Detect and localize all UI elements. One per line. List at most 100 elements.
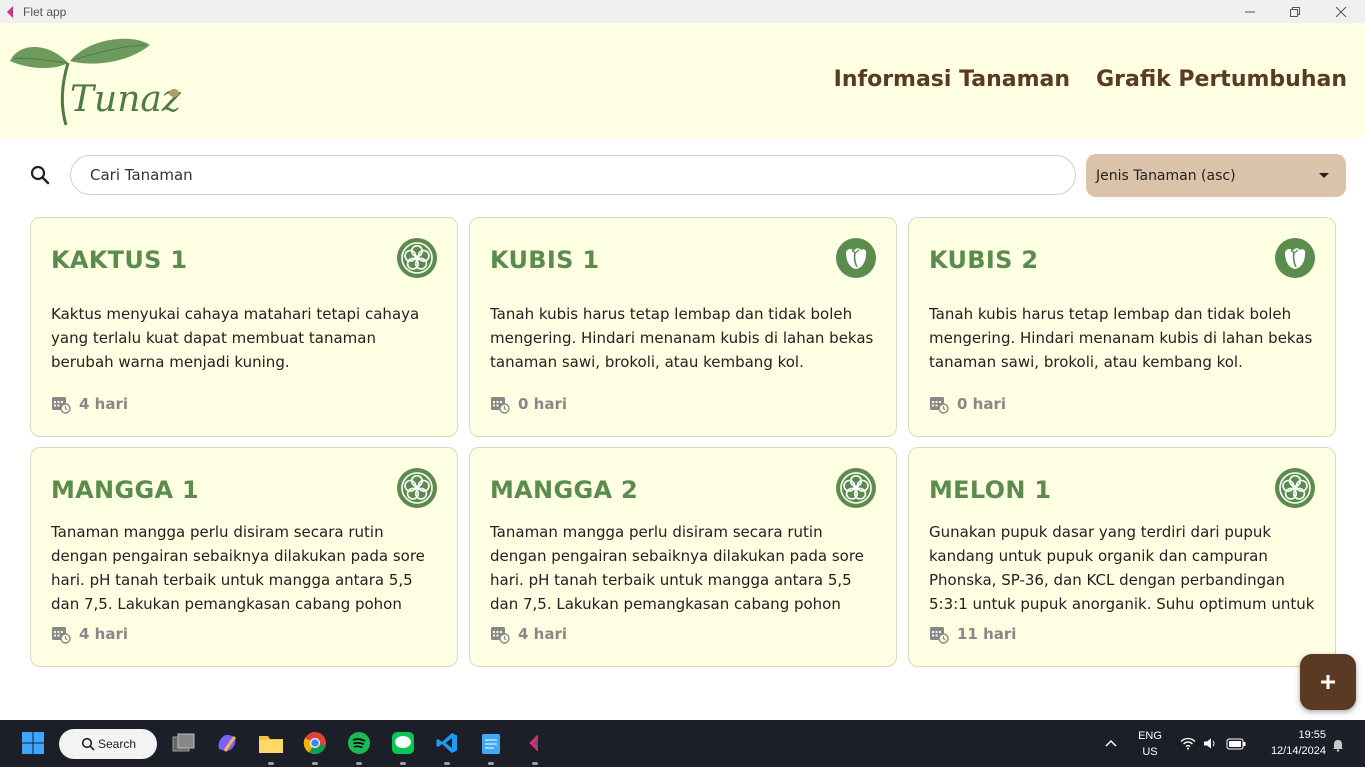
plant-card-title: KAKTUS 1 [51, 246, 188, 274]
plant-card-icon [397, 238, 437, 278]
plant-card-age: 4 hari [490, 624, 567, 644]
taskbar-search-label: Search [98, 737, 137, 751]
plant-card[interactable]: KUBIS 2 Tanah kubis harus tetap lembap da… [908, 217, 1336, 437]
plant-card-days: 11 hari [957, 625, 1017, 643]
window-title: Flet app [23, 4, 67, 19]
calendar-clock-icon [52, 627, 71, 644]
flet-app-icon [7, 5, 13, 18]
flower-icon [1279, 472, 1311, 504]
plant-card-days: 0 hari [957, 395, 1006, 413]
restore-icon [1290, 6, 1300, 17]
plant-card-description: Tanaman mangga perlu disiram secara ruti… [51, 523, 425, 613]
chevron-up-icon[interactable] [1105, 739, 1117, 747]
window-titlebar: Flet app [0, 0, 1365, 23]
windows-start-icon [22, 732, 44, 754]
plant-card[interactable]: MANGGA 1 Tanaman mangga perlu disiram sec… [30, 447, 458, 667]
plant-card-age: 11 hari [929, 624, 1016, 644]
restore-button[interactable] [1272, 0, 1318, 23]
clock-date[interactable]: 12/14/2024 [1252, 745, 1326, 757]
nav-informasi-tanaman[interactable]: Informasi Tanaman [834, 67, 1070, 92]
plant-card-days: 0 hari [518, 395, 567, 413]
plant-card-title: KUBIS 2 [929, 246, 1039, 274]
taskbar-file-explorer[interactable] [258, 730, 284, 756]
calendar-clock-icon [491, 627, 510, 644]
plant-card-age: 0 hari [929, 394, 1006, 414]
taskbar: ENG US 19:55 12/14/2024 [0, 720, 1365, 767]
clock-time[interactable]: 19:55 [1258, 729, 1326, 741]
folder-icon [259, 736, 283, 753]
taskbar-chrome[interactable] [302, 730, 328, 756]
cabbage-icon [846, 248, 867, 269]
search-icon[interactable] [28, 163, 52, 187]
taskbar-flet-app[interactable] [522, 730, 548, 756]
plant-card-age: 4 hari [51, 394, 128, 414]
battery-icon[interactable] [1226, 738, 1246, 750]
taskbar-line[interactable] [390, 730, 416, 756]
running-indicator [488, 762, 494, 765]
notepad-icon [482, 734, 500, 754]
plant-card-days: 4 hari [79, 395, 128, 413]
running-indicator [532, 762, 538, 765]
plant-card-icon [397, 468, 437, 508]
sort-dropdown[interactable]: Jenis Tanaman (asc) [1086, 154, 1346, 197]
cabbage-icon [1285, 248, 1306, 269]
taskbar-notepad[interactable] [478, 730, 504, 756]
copilot-icon [218, 734, 237, 752]
nav-grafik-pertumbuhan[interactable]: Grafik Pertumbuhan [1096, 67, 1347, 92]
caret-down-icon [1319, 173, 1329, 178]
search-input[interactable] [70, 155, 1076, 195]
bell-icon[interactable] [1331, 738, 1345, 752]
plant-card-description: Tanah kubis harus tetap lembap dan tidak… [929, 305, 1313, 371]
plant-card-age: 4 hari [51, 624, 128, 644]
plant-card-title: MANGGA 2 [490, 476, 638, 504]
running-indicator [268, 762, 274, 765]
plant-card[interactable]: MELON 1 Gunakan pupuk dasar yang terdiri … [908, 447, 1336, 667]
add-plant-button[interactable] [1300, 654, 1356, 710]
plant-card-description: Tanaman mangga perlu disiram secara ruti… [490, 523, 864, 613]
flower-icon [840, 472, 872, 504]
main-nav: Informasi Tanaman Grafik Pertumbuhan [834, 67, 1347, 92]
volume-icon[interactable] [1203, 737, 1217, 750]
plant-card-icon [1275, 468, 1315, 508]
plus-icon [1321, 675, 1335, 689]
minimize-button[interactable] [1227, 0, 1273, 23]
spotify-icon [348, 732, 370, 754]
taskbar-vscode[interactable] [434, 730, 460, 756]
chrome-icon [303, 732, 326, 755]
close-button[interactable] [1318, 0, 1364, 23]
wifi-icon[interactable] [1180, 737, 1196, 750]
taskbar-copilot[interactable] [214, 730, 240, 756]
task-view-icon [172, 733, 195, 752]
plant-card-icon [1275, 238, 1315, 278]
plant-card-days: 4 hari [518, 625, 567, 643]
plant-card[interactable]: MANGGA 2 Tanaman mangga perlu disiram sec… [469, 447, 897, 667]
plant-card-icon [836, 238, 876, 278]
calendar-clock-icon [930, 627, 949, 644]
minimize-icon [1245, 11, 1255, 12]
calendar-clock-icon [491, 397, 510, 414]
plant-card-title: MELON 1 [929, 476, 1052, 504]
plant-card-age: 0 hari [490, 394, 567, 414]
taskbar-task-view[interactable] [170, 730, 196, 756]
taskbar-spotify[interactable] [346, 730, 372, 756]
tunaz-logo: Tunaz [10, 38, 182, 126]
taskbar-search[interactable]: Search [59, 729, 157, 759]
region-indicator: US [1142, 746, 1158, 758]
plant-card[interactable]: KAKTUS 1 Kaktus menyukai cahaya matahari … [30, 217, 458, 437]
language-indicator[interactable]: ENG [1135, 730, 1165, 742]
start-button[interactable] [20, 730, 46, 756]
plant-card-icon [836, 468, 876, 508]
calendar-clock-icon [930, 397, 949, 414]
plant-card-title: KUBIS 1 [490, 246, 600, 274]
sort-dropdown-value: Jenis Tanaman (asc) [1096, 167, 1236, 184]
flower-icon [401, 242, 433, 274]
plant-card-days: 4 hari [79, 625, 128, 643]
line-icon [392, 732, 414, 754]
flower-icon [401, 472, 433, 504]
plant-card[interactable]: KUBIS 1 Tanah kubis harus tetap lembap da… [469, 217, 897, 437]
logo-wordmark: Tunaz [70, 79, 182, 120]
plant-card-description: Kaktus menyukai cahaya matahari tetapi c… [51, 305, 420, 371]
calendar-clock-icon [52, 397, 71, 414]
plant-card-description: Gunakan pupuk dasar yang terdiri dari pu… [929, 523, 1315, 613]
running-indicator [444, 762, 450, 765]
